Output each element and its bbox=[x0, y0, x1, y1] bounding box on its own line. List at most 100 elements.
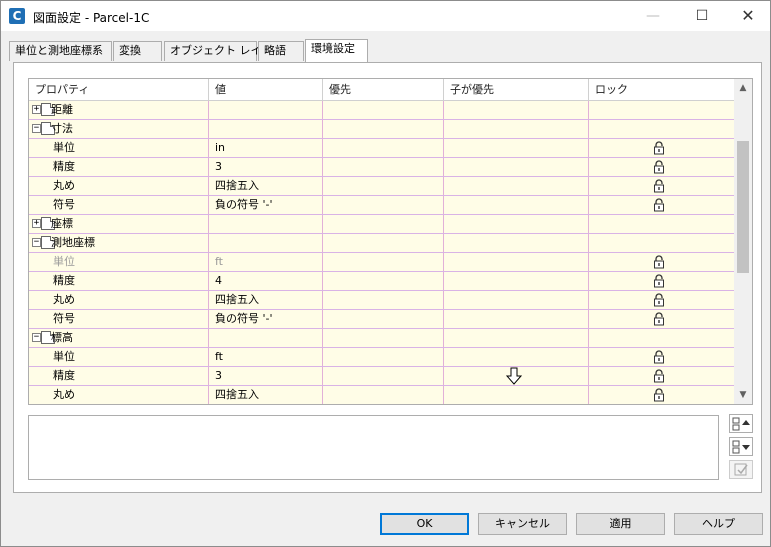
value-cell[interactable]: 四捨五入 bbox=[209, 386, 323, 404]
property-value: 四捨五入 bbox=[215, 388, 259, 401]
move-up-button[interactable] bbox=[729, 414, 753, 433]
lock-icon[interactable] bbox=[653, 369, 665, 383]
property-row[interactable]: 単位 ft bbox=[29, 253, 734, 272]
cancel-button[interactable]: キャンセル bbox=[478, 513, 567, 535]
tab-object-layers[interactable]: オブジェクト レイヤ bbox=[164, 41, 272, 61]
value-cell[interactable]: 四捨五入 bbox=[209, 291, 323, 309]
lock-icon[interactable] bbox=[653, 350, 665, 364]
column-header-override[interactable]: 優先 bbox=[323, 79, 444, 101]
help-button[interactable]: ヘルプ bbox=[674, 513, 763, 535]
column-header-value[interactable]: 値 bbox=[209, 79, 323, 101]
category-row[interactable]: + 座標 bbox=[29, 215, 734, 234]
category-row[interactable]: − 寸法 bbox=[29, 120, 734, 139]
property-value: 4 bbox=[215, 274, 222, 287]
lock-cell bbox=[589, 348, 734, 366]
lock-icon[interactable] bbox=[653, 255, 665, 269]
scroll-thumb[interactable] bbox=[737, 141, 749, 273]
lock-cell bbox=[589, 386, 734, 404]
property-row[interactable]: 単位 ft bbox=[29, 348, 734, 367]
minimize-button[interactable]: — bbox=[630, 1, 676, 31]
category-row[interactable]: + 距離 bbox=[29, 101, 734, 120]
lock-icon[interactable] bbox=[653, 274, 665, 288]
property-name-cell: − 標高 bbox=[29, 329, 209, 347]
property-label: 符号 bbox=[53, 312, 75, 325]
override-cell bbox=[323, 291, 444, 309]
property-row[interactable]: 精度 4 bbox=[29, 272, 734, 291]
value-cell[interactable]: in bbox=[209, 139, 323, 157]
collapse-icon[interactable]: − bbox=[32, 124, 41, 133]
lock-cell bbox=[589, 234, 734, 252]
value-cell[interactable]: ft bbox=[209, 348, 323, 366]
apply-button[interactable]: 適用 bbox=[576, 513, 665, 535]
child-override-cell bbox=[444, 253, 589, 271]
property-row[interactable]: 単位 in bbox=[29, 139, 734, 158]
property-row[interactable]: 丸め 四捨五入 bbox=[29, 386, 734, 404]
property-row[interactable]: 符号 負の符号 '-' bbox=[29, 310, 734, 329]
property-label: 丸め bbox=[53, 293, 75, 306]
property-row[interactable]: 精度 3 bbox=[29, 367, 734, 386]
category-label: 標高 bbox=[51, 331, 73, 344]
lock-icon[interactable] bbox=[653, 293, 665, 307]
lock-icon[interactable] bbox=[653, 388, 665, 402]
property-row[interactable]: 精度 3 bbox=[29, 158, 734, 177]
value-cell bbox=[209, 120, 323, 138]
value-cell bbox=[209, 101, 323, 119]
tab-ambient-settings[interactable]: 環境設定 bbox=[305, 39, 368, 62]
category-label: 距離 bbox=[51, 103, 73, 116]
property-name-cell: 符号 bbox=[29, 310, 209, 328]
value-cell[interactable]: 負の符号 '-' bbox=[209, 310, 323, 328]
category-row[interactable]: − 測地座標 bbox=[29, 234, 734, 253]
value-cell[interactable]: 3 bbox=[209, 367, 323, 385]
property-name-cell: + 座標 bbox=[29, 215, 209, 233]
edit-button[interactable] bbox=[729, 460, 753, 479]
tab-transformation[interactable]: 変換 bbox=[113, 41, 162, 61]
lock-icon[interactable] bbox=[653, 198, 665, 212]
override-cell bbox=[323, 253, 444, 271]
lock-icon[interactable] bbox=[653, 141, 665, 155]
tab-units-and-zone[interactable]: 単位と測地座標系 bbox=[9, 41, 112, 61]
lock-icon[interactable] bbox=[653, 179, 665, 193]
property-label: 単位 bbox=[53, 141, 75, 154]
column-header-lock[interactable]: ロック bbox=[589, 79, 734, 101]
collapse-icon[interactable]: − bbox=[32, 238, 41, 247]
collapse-icon[interactable]: − bbox=[32, 333, 41, 342]
expand-icon[interactable]: + bbox=[32, 105, 41, 114]
lock-cell bbox=[589, 101, 734, 119]
maximize-button[interactable]: ☐ bbox=[679, 1, 725, 31]
child-override-cell bbox=[444, 386, 589, 404]
property-row[interactable]: 符号 負の符号 '-' bbox=[29, 196, 734, 215]
override-cell bbox=[323, 386, 444, 404]
close-button[interactable]: ✕ bbox=[725, 1, 771, 31]
expand-icon[interactable]: + bbox=[32, 219, 41, 228]
title-bar[interactable]: C 図面設定 - Parcel-1C — ☐ ✕ bbox=[1, 1, 770, 31]
column-header-property[interactable]: プロパティ bbox=[29, 79, 209, 101]
edit-icon bbox=[734, 463, 748, 476]
override-cell bbox=[323, 139, 444, 157]
value-cell[interactable]: 3 bbox=[209, 158, 323, 176]
lock-cell bbox=[589, 310, 734, 328]
property-row[interactable]: 丸め 四捨五入 bbox=[29, 291, 734, 310]
lock-cell bbox=[589, 158, 734, 176]
tab-abbreviations[interactable]: 略語 bbox=[258, 41, 304, 61]
scroll-up-arrow-icon[interactable]: ▲ bbox=[734, 79, 752, 97]
lock-icon[interactable] bbox=[653, 312, 665, 326]
category-row[interactable]: − 標高 bbox=[29, 329, 734, 348]
lock-cell bbox=[589, 291, 734, 309]
lock-cell bbox=[589, 329, 734, 347]
scroll-down-arrow-icon[interactable]: ▼ bbox=[734, 386, 752, 404]
vertical-scrollbar[interactable]: ▲ ▼ bbox=[734, 79, 752, 404]
lock-icon[interactable] bbox=[653, 160, 665, 174]
move-down-button[interactable] bbox=[729, 437, 753, 456]
ok-button[interactable]: OK bbox=[380, 513, 469, 535]
value-cell[interactable]: 四捨五入 bbox=[209, 177, 323, 195]
lock-cell bbox=[589, 215, 734, 233]
value-cell[interactable]: 4 bbox=[209, 272, 323, 290]
column-header-child-override[interactable]: 子が優先 bbox=[444, 79, 589, 101]
property-name-cell: 精度 bbox=[29, 158, 209, 176]
dialog-window: C 図面設定 - Parcel-1C — ☐ ✕ 単位と測地座標系 変換 オブジ… bbox=[0, 0, 771, 547]
property-row[interactable]: 丸め 四捨五入 bbox=[29, 177, 734, 196]
lock-cell bbox=[589, 367, 734, 385]
move-up-icon bbox=[732, 417, 750, 431]
value-cell[interactable]: 負の符号 '-' bbox=[209, 196, 323, 214]
value-cell[interactable]: ft bbox=[209, 253, 323, 271]
